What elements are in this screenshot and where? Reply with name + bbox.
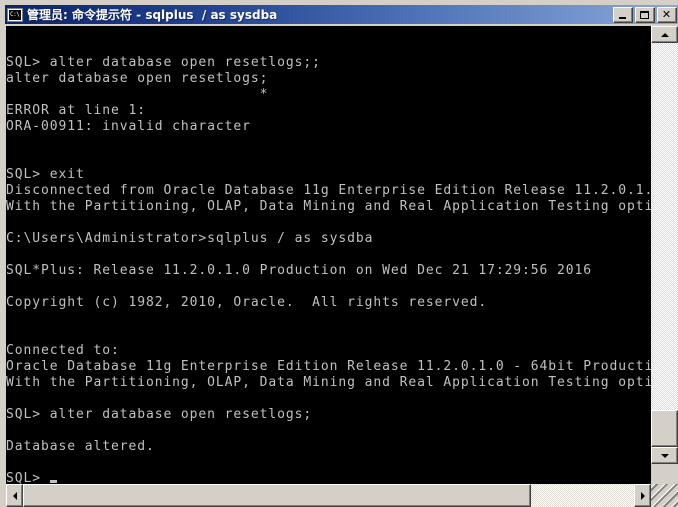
console-icon-glyph: C:\ — [9, 9, 21, 20]
console-window: C:\ 管理员: 命令提示符 - sqlplus / as sysdba ✕ S… — [0, 0, 678, 507]
chevron-down-icon — [660, 453, 669, 458]
scroll-up-button[interactable] — [651, 26, 678, 43]
chevron-right-icon — [640, 491, 645, 500]
chevron-left-icon — [12, 491, 17, 500]
title-bar[interactable]: C:\ 管理员: 命令提示符 - sqlplus / as sysdba ✕ — [5, 5, 678, 24]
window-title: 管理员: 命令提示符 - sqlplus / as sysdba — [27, 8, 278, 22]
window-buttons: ✕ — [613, 6, 677, 23]
terminal-cursor — [49, 480, 57, 483]
vertical-scrollbar[interactable] — [651, 26, 678, 484]
resize-grip[interactable] — [651, 484, 678, 507]
scroll-left-button[interactable] — [6, 484, 23, 507]
scroll-down-button[interactable] — [651, 447, 678, 464]
maximize-icon — [640, 10, 649, 19]
horizontal-scrollbar[interactable] — [6, 484, 651, 507]
console-icon[interactable]: C:\ — [7, 7, 23, 22]
horizontal-scrollbar-thumb[interactable] — [23, 484, 531, 507]
vertical-scrollbar-thumb[interactable] — [651, 410, 678, 447]
vertical-scrollbar-track[interactable] — [651, 43, 678, 447]
chevron-up-icon — [660, 32, 669, 37]
minimize-button[interactable] — [613, 6, 633, 23]
terminal-text: SQL> alter database open resetlogs;; alt… — [6, 55, 651, 484]
maximize-button[interactable] — [635, 6, 655, 23]
close-button[interactable]: ✕ — [657, 6, 677, 23]
close-icon: ✕ — [661, 7, 672, 21]
scroll-right-button[interactable] — [634, 484, 651, 507]
terminal-output-area[interactable]: SQL> alter database open resetlogs;; alt… — [6, 26, 651, 484]
minimize-icon — [619, 16, 626, 19]
